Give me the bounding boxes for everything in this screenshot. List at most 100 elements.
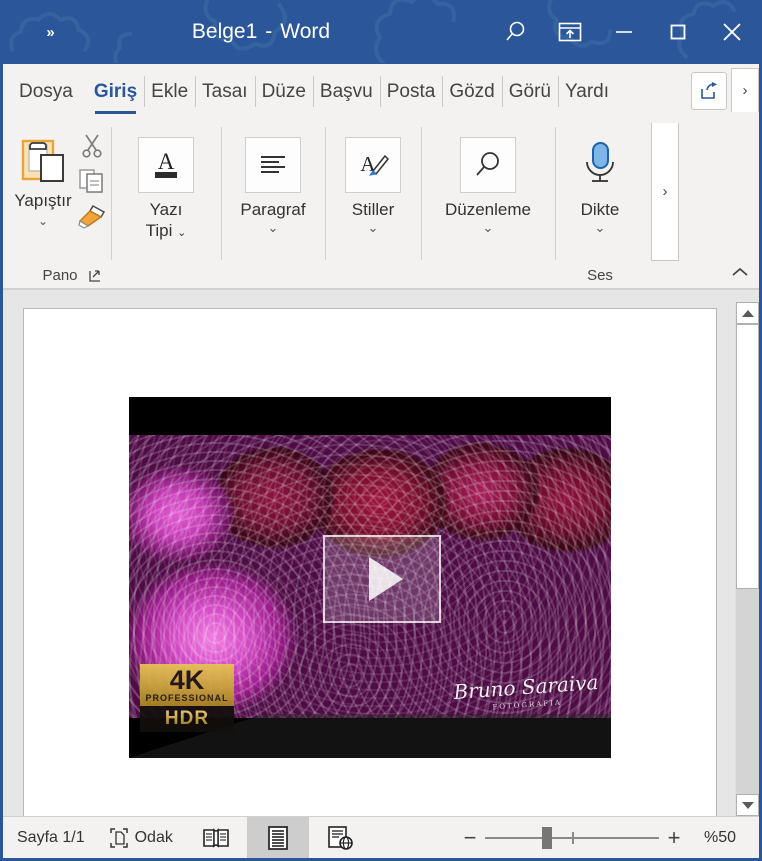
scrollbar-thumb[interactable] — [736, 324, 759, 589]
group-label-text: Pano — [42, 266, 78, 284]
zoom-level-label[interactable]: %50 — [689, 829, 751, 847]
tab-postalar[interactable]: Posta — [379, 64, 443, 119]
tab-label: Gözd — [449, 80, 495, 102]
view-read-mode-button[interactable] — [185, 817, 247, 858]
zoom-slider[interactable] — [485, 826, 659, 849]
dictate-dropdown-caret[interactable]: ⌄ — [595, 221, 606, 234]
tab-label: Görü — [508, 80, 551, 102]
dialog-launcher-icon — [89, 270, 100, 282]
badge-bottom-section: HDR — [140, 706, 234, 732]
collapse-ribbon-button[interactable] — [727, 260, 753, 284]
styles-button[interactable]: A Stiller ⌄ — [325, 127, 421, 234]
tab-basvurular[interactable]: Başvu — [312, 64, 380, 119]
stiller-group-label — [325, 262, 421, 288]
document-area: 4K PROFESSIONAL HDR Bruno Saraiva FOTOGR… — [3, 289, 759, 816]
microphone-icon — [572, 137, 628, 193]
tab-label: Giriş — [93, 80, 138, 102]
share-button[interactable] — [691, 72, 727, 110]
cut-button[interactable] — [79, 133, 105, 164]
play-button-icon — [369, 557, 403, 601]
editing-find-icon — [460, 137, 516, 193]
tab-gozden-gecir[interactable]: Gözd — [442, 64, 501, 119]
close-button[interactable] — [705, 0, 759, 64]
tab-giris[interactable]: Giriş — [87, 64, 144, 119]
svg-text:A: A — [158, 149, 175, 174]
cut-scissors-icon — [82, 134, 102, 158]
tab-label: Yardı — [565, 80, 610, 102]
search-button[interactable] — [489, 0, 543, 64]
copy-icon — [79, 169, 103, 193]
pano-group-body: Yapıştır ⌄ — [9, 127, 111, 262]
scrollbar-track[interactable] — [736, 324, 759, 794]
minimize-button[interactable] — [597, 0, 651, 64]
tab-duzen[interactable]: Düze — [254, 64, 313, 119]
tab-label: Başvu — [319, 80, 373, 102]
more-tabs-label: › — [742, 82, 748, 99]
pano-dialog-launcher[interactable] — [87, 268, 103, 284]
badge-4k-label: 4K — [169, 664, 205, 695]
tab-dosya[interactable]: Dosya — [3, 64, 87, 119]
vertical-scrollbar[interactable] — [735, 302, 759, 816]
scroll-up-button[interactable] — [736, 302, 759, 324]
badge-top-section: 4K PROFESSIONAL — [140, 664, 234, 706]
application-name: Word — [280, 20, 331, 43]
more-tabs-button[interactable]: › — [731, 68, 759, 112]
duzenleme-group-body: Düzenleme ⌄ — [421, 127, 555, 262]
status-bar: Sayfa 1/1 Odak − + %50 — [3, 816, 759, 858]
clipboard-mini-buttons — [77, 127, 107, 234]
ribbon-group-stiller: A Stiller ⌄ — [325, 119, 421, 288]
paste-dropdown-caret[interactable]: ⌄ — [38, 215, 48, 227]
video-play-button[interactable] — [323, 535, 441, 623]
view-print-layout-button[interactable] — [246, 817, 309, 858]
tab-gorunum[interactable]: Görü — [501, 64, 558, 119]
document-page[interactable]: 4K PROFESSIONAL HDR Bruno Saraiva FOTOGR… — [23, 308, 717, 816]
focus-mode-icon — [109, 827, 128, 848]
ribbon-overflow-label: › — [662, 183, 668, 200]
font-button[interactable]: A Yazı Tipi ⌄ — [111, 127, 221, 244]
tab-tasarim[interactable]: Tasaı — [195, 64, 254, 119]
close-icon — [723, 23, 741, 41]
web-layout-icon — [328, 825, 353, 850]
paragraph-dropdown-caret[interactable]: ⌄ — [268, 221, 279, 234]
document-scroll-region[interactable]: 4K PROFESSIONAL HDR Bruno Saraiva FOTOGR… — [3, 290, 735, 816]
tab-label: Dosya — [19, 80, 73, 102]
print-layout-icon — [268, 825, 288, 850]
tab-label: Ekle — [151, 80, 189, 102]
yazitipi-group-body: A Yazı Tipi ⌄ — [111, 127, 221, 262]
zoom-out-button[interactable]: − — [455, 826, 485, 848]
font-label-text: Tipi — [145, 221, 173, 240]
zoom-slider-thumb[interactable] — [542, 826, 553, 849]
maximize-button[interactable] — [651, 0, 705, 64]
ribbon-overflow-button[interactable]: › — [651, 123, 679, 261]
window-controls — [489, 0, 759, 64]
tab-ekle[interactable]: Ekle — [144, 64, 195, 119]
styles-label: Stiller — [351, 200, 395, 219]
styles-dropdown-caret[interactable]: ⌄ — [368, 221, 379, 234]
window-title: Belge1- Word — [33, 20, 489, 44]
ribbon-display-options-button[interactable] — [543, 0, 597, 64]
editing-dropdown-caret[interactable]: ⌄ — [483, 221, 494, 234]
group-label-text: Ses — [587, 266, 613, 284]
scroll-down-button[interactable] — [736, 794, 759, 816]
yazitipi-group-label — [111, 262, 221, 288]
format-painter-button[interactable] — [77, 203, 107, 234]
paste-button[interactable]: Yapıştır ⌄ — [9, 127, 77, 227]
zoom-in-button[interactable]: + — [659, 826, 689, 848]
page-count-status[interactable]: Sayfa 1/1 — [3, 817, 97, 858]
paragraph-button[interactable]: Paragraf ⌄ — [221, 127, 325, 234]
editing-button[interactable]: Düzenleme ⌄ — [421, 127, 555, 234]
paragraph-icon — [245, 137, 301, 193]
maximize-icon — [670, 24, 686, 40]
paragraf-group-body: Paragraf ⌄ — [221, 127, 325, 262]
tab-yardim[interactable]: Yardı — [558, 64, 616, 119]
copy-button[interactable] — [78, 168, 106, 199]
embedded-video-object[interactable]: 4K PROFESSIONAL HDR Bruno Saraiva FOTOGR… — [129, 397, 611, 758]
styles-icon: A — [345, 137, 401, 193]
focus-mode-button[interactable]: Odak — [97, 817, 185, 858]
font-dropdown-caret[interactable]: ⌄ — [177, 227, 186, 239]
paragraf-group-label — [221, 262, 325, 288]
dictate-button[interactable]: Dikte ⌄ — [555, 127, 645, 234]
duzenleme-group-label — [421, 262, 555, 288]
scroll-up-arrow-icon — [741, 309, 754, 317]
view-web-layout-button[interactable] — [309, 817, 371, 858]
